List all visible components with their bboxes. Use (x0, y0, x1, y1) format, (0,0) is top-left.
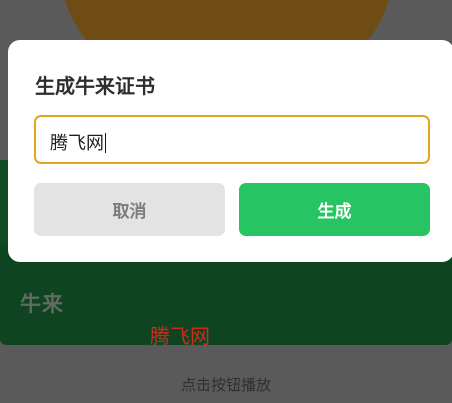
name-input-value[interactable]: 腾飞网 (50, 129, 106, 155)
play-hint-text: 点击按钮播放 (180, 376, 271, 394)
background-card-title: 牛来 (20, 292, 64, 316)
cancel-button[interactable]: 取消 (34, 183, 225, 236)
name-input[interactable]: 腾飞网 (34, 115, 430, 164)
text-caret (105, 133, 106, 153)
dialog-title: 生成牛来证书 (35, 74, 155, 98)
watermark-text: 腾飞网 (150, 324, 210, 348)
generate-button[interactable]: 生成 (239, 183, 430, 236)
certificate-dialog: 生成牛来证书 腾飞网 取消 生成 (8, 40, 452, 262)
